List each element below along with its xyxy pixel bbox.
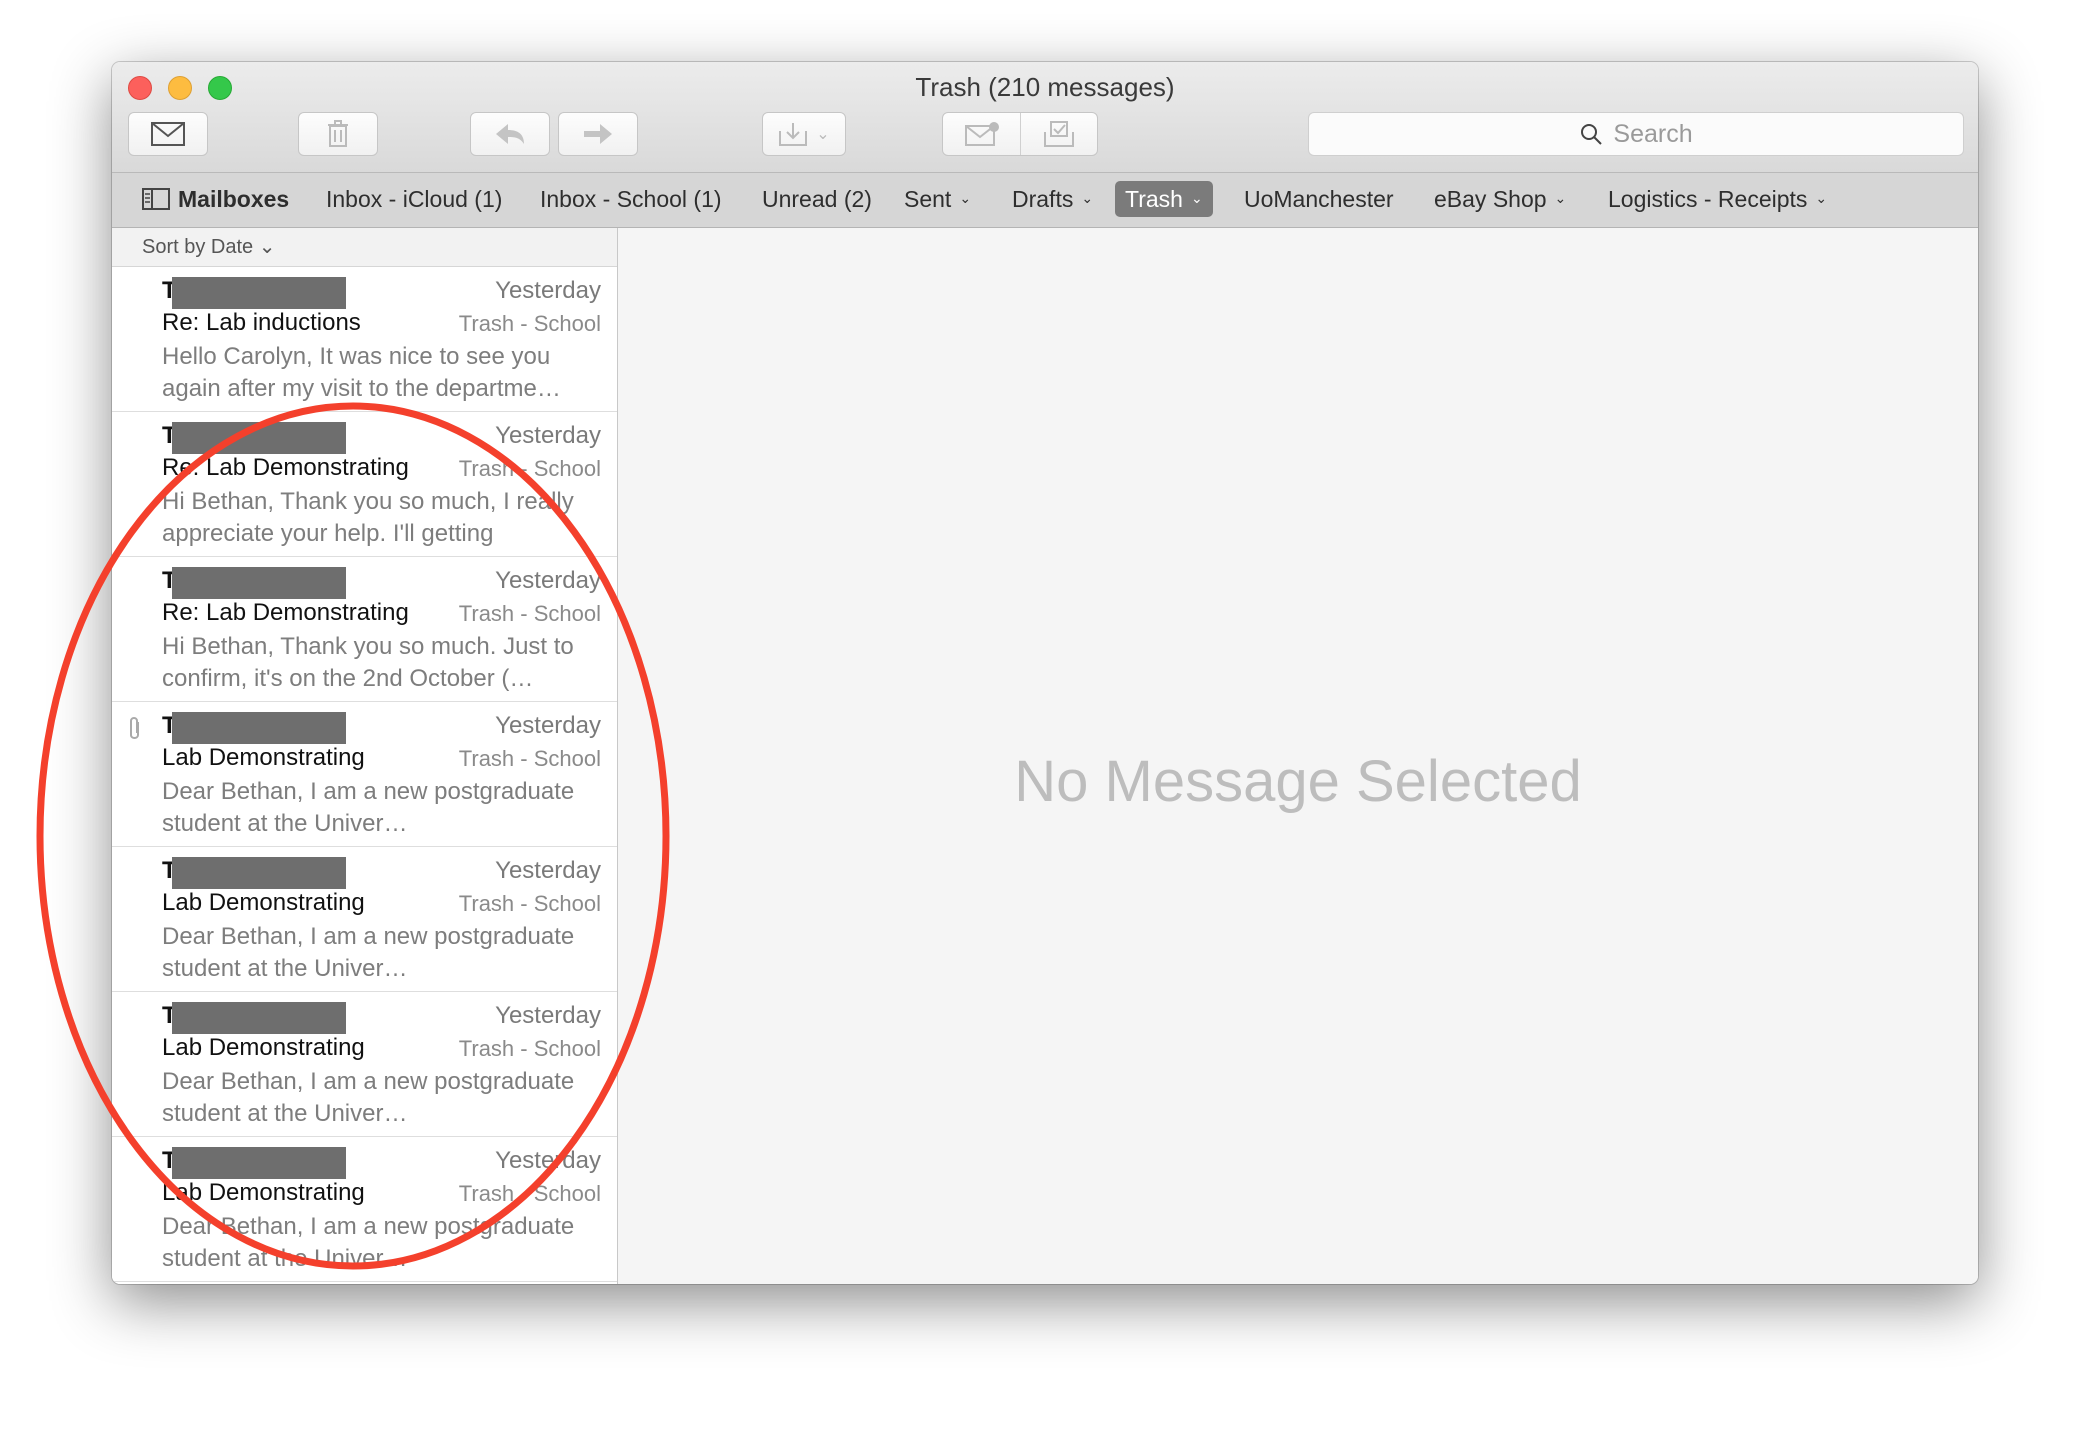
redacted-sender-block bbox=[172, 1147, 346, 1179]
message-subject: Lab Demonstrating bbox=[162, 889, 365, 916]
chevron-down-icon: ⌄ bbox=[816, 126, 830, 143]
fav-ebay-shop[interactable]: eBay Shop ⌄ bbox=[1428, 181, 1572, 217]
reply-button[interactable] bbox=[470, 112, 550, 156]
message-preview: Dear Bethan, I am a new postgraduate stu… bbox=[162, 778, 575, 837]
fav-inbox-icloud[interactable]: Inbox - iCloud (1) bbox=[320, 181, 508, 217]
move-to-mailbox-button[interactable]: ⌄ bbox=[762, 112, 846, 156]
message-row[interactable]: TyYesterdayRe: Lab DemonstratingTrash - … bbox=[112, 557, 617, 702]
message-subject: Re: Lab Demonstrating bbox=[162, 454, 409, 481]
fav-trash[interactable]: Trash ⌄ bbox=[1115, 181, 1213, 217]
search-placeholder: Search bbox=[1613, 119, 1693, 148]
message-subject: Lab Demonstrating bbox=[162, 744, 365, 771]
redacted-sender-block bbox=[172, 422, 346, 454]
message-mailbox: Trash - School bbox=[458, 891, 601, 916]
message-date: Yesterday bbox=[495, 422, 601, 449]
message-date: Yesterday bbox=[495, 857, 601, 884]
forward-arrow-icon bbox=[584, 124, 612, 144]
envelope-dot-icon bbox=[964, 122, 999, 146]
mark-unread-button[interactable] bbox=[944, 113, 1021, 155]
message-mailbox: Trash - School bbox=[458, 456, 601, 481]
envelope-compose-icon bbox=[151, 122, 185, 146]
message-row[interactable]: TyYesterdayRe: Lab inductionsTrash - Sch… bbox=[112, 267, 617, 412]
message-date: Yesterday bbox=[495, 1147, 601, 1174]
message-preview: Dear Bethan, I am a new postgraduate stu… bbox=[162, 1068, 575, 1127]
message-preview: Hi Bethan, Thank you so much. Just to co… bbox=[162, 633, 574, 692]
search-field[interactable]: Search bbox=[1308, 112, 1964, 156]
message-mailbox: Trash - School bbox=[458, 311, 601, 336]
mailboxes-toggle[interactable]: Mailboxes bbox=[136, 181, 295, 217]
message-mailbox: Trash - School bbox=[458, 1181, 601, 1206]
paperclip-icon bbox=[126, 716, 144, 747]
message-date: Yesterday bbox=[495, 567, 601, 594]
redacted-sender-block bbox=[172, 712, 346, 744]
message-viewer: No Message Selected bbox=[618, 228, 1978, 1284]
fav-inbox-school[interactable]: Inbox - School (1) bbox=[534, 181, 728, 217]
chevron-down-icon: ⌄ bbox=[1554, 190, 1567, 206]
message-row[interactable]: TyYesterdayLab DemonstratingTrash - Scho… bbox=[112, 847, 617, 992]
compose-button[interactable] bbox=[128, 112, 208, 156]
fav-logistics-receipts[interactable]: Logistics - Receipts ⌄ bbox=[1602, 181, 1833, 217]
message-mailbox: Trash - School bbox=[458, 1036, 601, 1061]
delete-button[interactable] bbox=[298, 112, 378, 156]
chevron-down-icon: ⌄ bbox=[959, 190, 972, 206]
forward-button[interactable] bbox=[558, 112, 638, 156]
message-row[interactable]: TyYesterdayLab DemonstratingTrash - Scho… bbox=[112, 702, 617, 847]
redacted-sender-block bbox=[172, 857, 346, 889]
search-icon bbox=[1581, 124, 1603, 145]
message-preview: Hi Bethan, Thank you so much, I really a… bbox=[162, 488, 574, 547]
redacted-sender-block bbox=[172, 1002, 346, 1034]
message-preview: Dear Bethan, I am a new postgraduate stu… bbox=[162, 1213, 575, 1272]
mail-window: Trash (210 messages) ⌄ Search Mailboxes … bbox=[112, 62, 1978, 1284]
window-title: Trash (210 messages) bbox=[915, 72, 1175, 102]
message-subject: Re: Lab inductions bbox=[162, 309, 361, 336]
message-subject: Lab Demonstrating bbox=[162, 1034, 365, 1061]
message-mailbox: Trash - School bbox=[458, 601, 601, 626]
reply-arrow-icon bbox=[496, 124, 524, 144]
favorites-bar: Mailboxes Inbox - iCloud (1) Inbox - Sch… bbox=[112, 173, 1978, 228]
message-row[interactable]: TyYesterdayLab DemonstratingTrash - Scho… bbox=[112, 1137, 617, 1282]
message-row[interactable]: TyYesterdayRe: Lab DemonstratingTrash - … bbox=[112, 412, 617, 557]
message-date: Yesterday bbox=[495, 712, 601, 739]
redacted-sender-block bbox=[172, 567, 346, 599]
chevron-down-icon: ⌄ bbox=[1081, 190, 1094, 206]
fav-drafts[interactable]: Drafts ⌄ bbox=[1006, 181, 1099, 217]
no-message-selected-text: No Message Selected bbox=[1014, 749, 1582, 814]
fav-uomanchester[interactable]: UoManchester bbox=[1238, 181, 1400, 217]
chevron-down-icon: ⌄ bbox=[1815, 190, 1828, 206]
message-row[interactable]: TyYesterdayLab DemonstratingTrash - Scho… bbox=[112, 992, 617, 1137]
titlebar-toolbar: Trash (210 messages) ⌄ Search bbox=[112, 62, 1978, 173]
redacted-sender-block bbox=[172, 277, 346, 309]
message-mailbox: Trash - School bbox=[458, 746, 601, 771]
move-to-mailbox-icon bbox=[779, 123, 808, 146]
flag-group bbox=[942, 112, 1098, 156]
message-preview: Hello Carolyn, It was nice to see you ag… bbox=[162, 343, 561, 402]
message-subject: Lab Demonstrating bbox=[162, 1179, 365, 1206]
fav-sent[interactable]: Sent ⌄ bbox=[898, 181, 977, 217]
sidebar-icon bbox=[142, 188, 170, 210]
trash-icon bbox=[328, 120, 348, 147]
junk-button[interactable] bbox=[1021, 113, 1097, 155]
chevron-down-icon: ⌄ bbox=[1190, 190, 1203, 206]
message-list[interactable]: Sort by Date ⌄ TyYesterdayRe: Lab induct… bbox=[112, 228, 618, 1284]
message-preview: Dear Bethan, I am a new postgraduate stu… bbox=[162, 923, 575, 982]
message-date: Yesterday bbox=[495, 277, 601, 304]
junk-tray-icon bbox=[1043, 121, 1074, 147]
fav-unread[interactable]: Unread (2) bbox=[756, 181, 878, 217]
sort-by-date-control[interactable]: Sort by Date ⌄ bbox=[112, 228, 617, 267]
message-subject: Re: Lab Demonstrating bbox=[162, 599, 409, 626]
message-date: Yesterday bbox=[495, 1002, 601, 1029]
